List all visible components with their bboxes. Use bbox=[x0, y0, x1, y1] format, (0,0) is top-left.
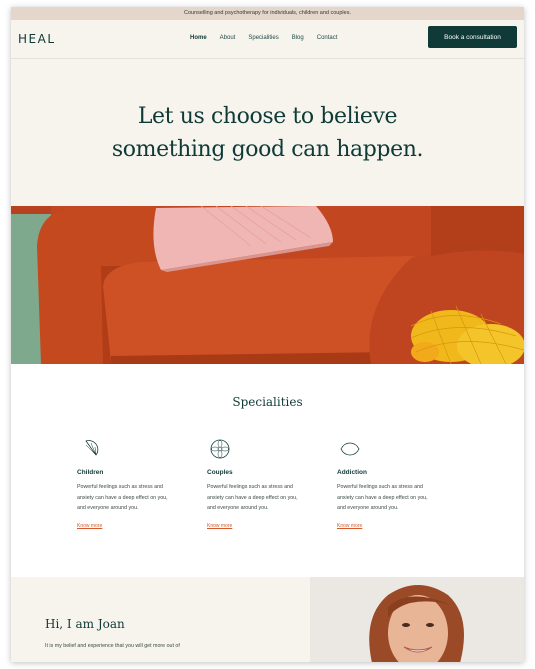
hero-line-2: something good can happen. bbox=[111, 136, 424, 162]
speciality-title: Couples bbox=[207, 469, 233, 476]
hero-section: Let us choose to believe something good … bbox=[11, 59, 524, 206]
about-intro: It is my belief and experience that you … bbox=[45, 643, 180, 649]
mandala-icon bbox=[210, 439, 230, 459]
speciality-title: Addiction bbox=[337, 469, 367, 476]
hero-photo-sofa bbox=[11, 206, 524, 364]
hero-line-1: Let us choose to believe bbox=[137, 103, 398, 129]
speciality-card-children: Children Powerful feelings such as stres… bbox=[77, 439, 192, 532]
know-more-link[interactable]: Know more bbox=[77, 523, 102, 529]
website-frame: Counselling and psychotherapy for indivi… bbox=[11, 7, 524, 662]
speciality-description: Powerful feelings such as stress and anx… bbox=[77, 482, 192, 514]
specialities-title: Specialities bbox=[232, 395, 303, 409]
joan-portrait bbox=[310, 577, 524, 662]
speciality-card-couples: Couples Powerful feelings such as stress… bbox=[207, 439, 322, 532]
know-more-link[interactable]: Know more bbox=[207, 523, 232, 529]
nav-specialities[interactable]: Specialities bbox=[248, 35, 278, 41]
desc-line: anxiety can have a deep effect on you, bbox=[337, 494, 428, 501]
nav-contact[interactable]: Contact bbox=[317, 35, 338, 41]
hero-headline: Let us choose to believe something good … bbox=[111, 100, 424, 166]
desc-line: and everyone around you. bbox=[207, 505, 269, 511]
desc-line: and everyone around you. bbox=[77, 505, 139, 511]
desc-line: and everyone around you. bbox=[337, 505, 399, 511]
about-section: Hi, I am Joan It is my belief and experi… bbox=[11, 577, 524, 662]
speciality-description: Powerful feelings such as stress and anx… bbox=[207, 482, 322, 514]
nav-about[interactable]: About bbox=[220, 35, 236, 41]
speciality-card-addiction: Addiction Powerful feelings such as stre… bbox=[337, 439, 452, 532]
desc-line: Powerful feelings such as stress and bbox=[337, 484, 423, 490]
leaf-lemon-icon bbox=[340, 442, 360, 456]
main-nav: Home About Specialities Blog Contact bbox=[190, 35, 350, 41]
nav-blog[interactable]: Blog bbox=[292, 35, 304, 41]
sofa-illustration bbox=[11, 206, 524, 364]
speciality-description: Powerful feelings such as stress and anx… bbox=[337, 482, 452, 514]
know-more-link[interactable]: Know more bbox=[337, 523, 362, 529]
specialities-section: Specialities Children Powerful feelings … bbox=[11, 364, 524, 577]
desc-line: Powerful feelings such as stress and bbox=[207, 484, 293, 490]
site-header: HEAL Home About Specialities Blog Contac… bbox=[11, 20, 524, 59]
desc-line: Powerful feelings such as stress and bbox=[77, 484, 163, 490]
about-title: Hi, I am Joan bbox=[45, 617, 125, 631]
book-consultation-button[interactable]: Book a consultation bbox=[428, 26, 517, 48]
logo[interactable]: HEAL bbox=[18, 32, 56, 46]
desc-line: anxiety can have a deep effect on you, bbox=[77, 494, 168, 501]
nav-home[interactable]: Home bbox=[190, 35, 207, 41]
speciality-title: Children bbox=[77, 469, 104, 476]
citrus-slice-icon bbox=[85, 440, 99, 456]
desc-line: anxiety can have a deep effect on you, bbox=[207, 494, 298, 501]
portrait-illustration bbox=[310, 577, 524, 662]
announcement-bar: Counselling and psychotherapy for indivi… bbox=[11, 7, 524, 20]
